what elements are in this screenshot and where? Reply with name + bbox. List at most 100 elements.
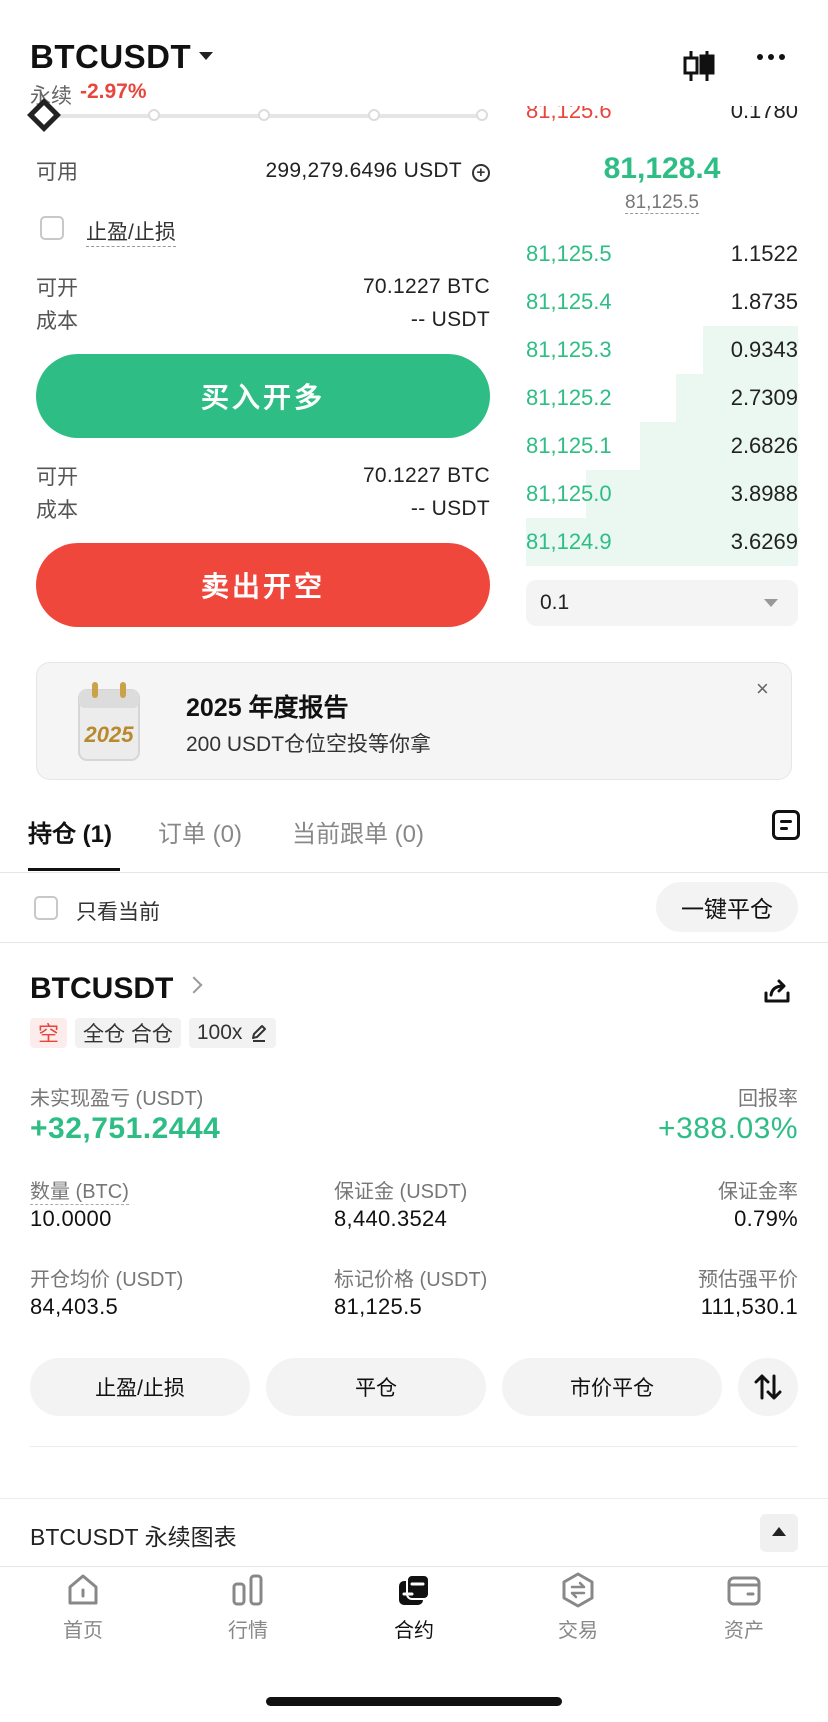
nav-assets[interactable]: 资产: [684, 1572, 804, 1643]
banner-subtitle: 200 USDT仓位空投等你拿: [186, 733, 432, 756]
tab-copy-orders[interactable]: 当前跟单 (0): [292, 814, 424, 849]
margin-mode-badge: 全仓 合仓: [75, 1018, 181, 1048]
close-all-button[interactable]: 一键平仓: [656, 882, 798, 932]
mark-label: 标记价格 (USDT): [334, 1269, 488, 1291]
long-cost-value: -- USDT: [410, 308, 490, 331]
tpsl-button[interactable]: 止盈/止损: [30, 1358, 250, 1416]
pnl-label: 未实现盈亏 (USDT): [30, 1088, 204, 1110]
tab-underline: [28, 868, 120, 871]
chart-section-label[interactable]: BTCUSDT 永续图表: [30, 1518, 237, 1552]
depth-select[interactable]: 0.1: [526, 580, 798, 626]
share-icon[interactable]: [762, 976, 792, 1006]
bid-qty: 3.8988: [730, 481, 798, 506]
swap-icon: [754, 1374, 782, 1400]
qty-label: 数量 (BTC): [30, 1175, 129, 1205]
bid-price: 81,125.4: [526, 289, 612, 314]
bid-price: 81,125.3: [526, 337, 612, 362]
mark-price: 81,125.5: [625, 192, 699, 214]
short-cost-value: -- USDT: [410, 497, 490, 520]
roe-value: +388.03%: [658, 1112, 798, 1145]
bid-qty: 2.6826: [730, 433, 798, 458]
last-price[interactable]: 81,128.4: [526, 152, 798, 186]
long-open-value: 70.1227 BTC: [362, 275, 490, 298]
sell-short-button[interactable]: 卖出开空: [36, 543, 490, 627]
qty-value: 10.0000: [30, 1206, 112, 1231]
ask-row-partial[interactable]: 81,125.6 0.1780: [526, 106, 798, 122]
position-symbol[interactable]: BTCUSDT: [30, 972, 173, 1006]
caret-down-icon: [764, 599, 778, 607]
long-cost-label: 成本: [36, 310, 78, 333]
bid-row[interactable]: 81,125.5 1.1522: [526, 230, 798, 278]
short-open-label: 可开: [36, 466, 78, 489]
caret-down-icon[interactable]: [199, 52, 213, 60]
svg-text:2025: 2025: [84, 722, 135, 747]
ask-price: 81,125.6: [526, 106, 612, 122]
tpsl-label[interactable]: 止盈/止损: [86, 216, 176, 247]
tab-orders[interactable]: 订单 (0): [158, 814, 242, 849]
slider-step[interactable]: [258, 109, 270, 121]
side-badge: 空: [30, 1018, 67, 1048]
bid-row[interactable]: 81,125.2 2.7309: [526, 374, 798, 422]
short-cost-row: 成本 -- USDT: [36, 494, 490, 524]
more-icon[interactable]: [757, 54, 785, 60]
available-row: 可用 299,279.6496 USDT +: [36, 156, 490, 186]
margin-ratio-label: 保证金率: [718, 1181, 798, 1203]
bid-price: 81,125.0: [526, 481, 612, 506]
home-indicator: [266, 1697, 562, 1706]
liq-value: 111,530.1: [700, 1294, 798, 1319]
divider: [0, 1498, 828, 1499]
document-icon[interactable]: [772, 810, 800, 840]
bid-row[interactable]: 81,124.9 3.6269: [526, 518, 798, 566]
short-open-row: 可开 70.1227 BTC: [36, 461, 490, 491]
divider: [0, 872, 828, 873]
symbol-title[interactable]: BTCUSDT: [30, 38, 191, 76]
bid-qty: 1.1522: [730, 241, 798, 266]
roe-label: 回报率: [738, 1088, 798, 1110]
bid-row[interactable]: 81,125.0 3.8988: [526, 470, 798, 518]
liq-label: 预估强平价: [698, 1269, 798, 1291]
close-icon[interactable]: ×: [756, 676, 769, 702]
nav-contract[interactable]: 合约: [354, 1572, 474, 1643]
long-open-row: 可开 70.1227 BTC: [36, 272, 490, 302]
entry-value: 84,403.5: [30, 1294, 119, 1319]
bid-row[interactable]: 81,125.1 2.6826: [526, 422, 798, 470]
buy-long-button[interactable]: 买入开多: [36, 354, 490, 438]
position-tags: 空 全仓 合仓 100x: [30, 1018, 277, 1048]
mark-value: 81,125.5: [334, 1294, 423, 1319]
contract-icon: [399, 1574, 430, 1605]
market-close-button[interactable]: 市价平仓: [502, 1358, 722, 1416]
slider-step[interactable]: [368, 109, 380, 121]
only-current-label[interactable]: 只看当前: [76, 896, 160, 926]
tab-positions[interactable]: 持仓 (1): [28, 814, 112, 849]
trade-icon: [562, 1572, 594, 1608]
close-position-button[interactable]: 平仓: [266, 1358, 486, 1416]
bid-price: 81,125.5: [526, 241, 612, 266]
chevron-up-icon[interactable]: [760, 1514, 798, 1552]
nav-trade[interactable]: 交易: [518, 1572, 638, 1643]
transfer-plus-icon[interactable]: +: [472, 163, 490, 182]
leverage-badge[interactable]: 100x: [188, 1018, 277, 1048]
kline-icon[interactable]: [682, 50, 716, 82]
available-value: 299,279.6496 USDT +: [265, 159, 490, 183]
only-current-checkbox[interactable]: [34, 896, 58, 920]
bid-row[interactable]: 81,125.4 1.8735: [526, 278, 798, 326]
bid-qty: 2.7309: [730, 385, 798, 410]
nav-home[interactable]: 首页: [23, 1572, 143, 1643]
nav-market[interactable]: 行情: [188, 1572, 308, 1643]
nav-label: 资产: [724, 1620, 764, 1642]
short-open-value: 70.1227 BTC: [362, 464, 490, 487]
slider-step[interactable]: [476, 109, 488, 121]
reverse-button[interactable]: [738, 1358, 798, 1416]
long-cost-row: 成本 -- USDT: [36, 305, 490, 335]
bid-row[interactable]: 81,125.3 0.9343: [526, 326, 798, 374]
divider: [0, 942, 828, 943]
promo-banner[interactable]: [36, 662, 792, 780]
slider-step[interactable]: [148, 109, 160, 121]
bid-price: 81,125.2: [526, 385, 612, 410]
ask-qty: 0.1780: [730, 106, 798, 122]
chevron-right-icon[interactable]: [185, 976, 203, 994]
price-change: -2.97%: [80, 80, 147, 103]
bid-price: 81,125.1: [526, 433, 612, 458]
tpsl-checkbox[interactable]: [40, 216, 64, 240]
entry-label: 开仓均价 (USDT): [30, 1269, 184, 1291]
